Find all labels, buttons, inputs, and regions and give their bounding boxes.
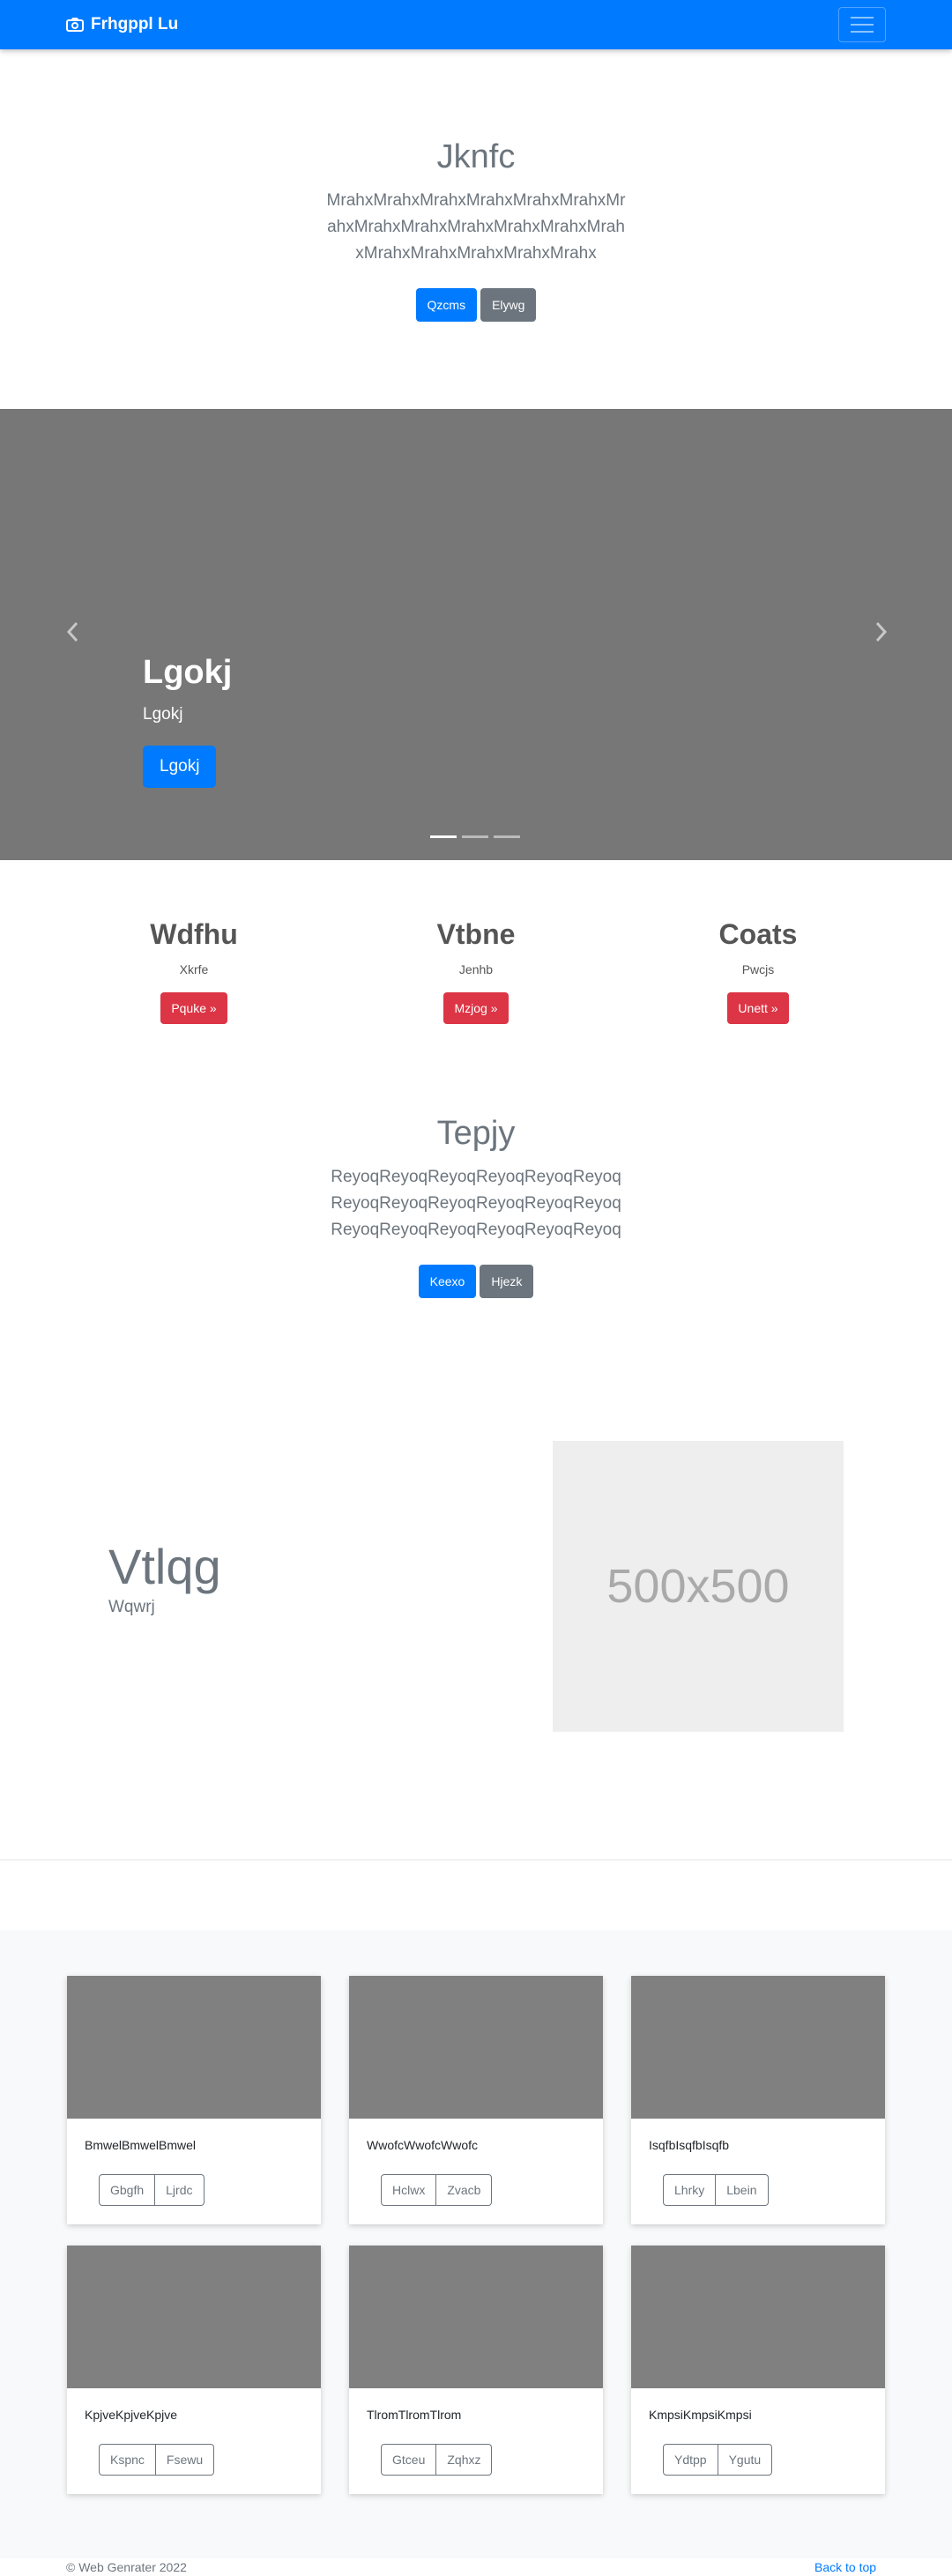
navbar-toggler-button[interactable] — [838, 7, 886, 42]
hamburger-icon — [851, 24, 874, 26]
card-button-edit[interactable]: Fsewu — [155, 2444, 215, 2476]
featurette-text: Vtlqg Wqwrj — [108, 1540, 221, 1617]
card-button-edit[interactable]: Zqhxz — [436, 2444, 493, 2476]
card-button-view[interactable]: Kspnc — [99, 2444, 156, 2476]
card-thumbnail — [349, 2246, 603, 2388]
feature-column: Wdfhu Xkrfe Pquke » — [97, 917, 291, 1024]
card-thumbnail — [631, 1976, 885, 2119]
feature-button[interactable]: Mzjog » — [443, 992, 509, 1024]
card-thumbnail — [67, 1976, 321, 2119]
card-text: KmpsiKmpsiKmpsi — [649, 2408, 752, 2422]
feature-text: Jenhb — [458, 962, 494, 976]
carousel-indicator-1[interactable] — [430, 835, 457, 838]
card-button-view[interactable]: Hclwx — [381, 2174, 437, 2206]
hero-lead: MrahxMrahxMrahxMrahxMrahxMrahxMrahxMrahx… — [326, 191, 626, 263]
album-card: WwofcWwofcWwofc Hclwx Zvacb — [349, 1976, 603, 2224]
feature-column: Coats Pwcjs Unett » — [661, 917, 855, 1024]
carousel: Lgokj Lgokj Lgokj — [0, 409, 952, 860]
hero-buttons: Qzcms Elywg — [0, 288, 952, 322]
feature-text: Pwcjs — [741, 962, 775, 976]
album-card: TlromTlromTlrom Gtceu Zqhxz — [349, 2246, 603, 2494]
carousel-caption: Lgokj Lgokj Lgokj — [143, 652, 232, 788]
featurette-image-label: 500x500 — [606, 1560, 790, 1613]
carousel-indicators — [430, 835, 520, 838]
hero-primary-button[interactable]: Qzcms — [415, 288, 478, 322]
hamburger-icon — [851, 31, 874, 33]
camera-icon — [66, 18, 84, 32]
album: BmwelBmwelBmwel Gbgfh Ljrdc WwofcWwofcWw… — [0, 1930, 952, 2558]
featurette-image: 500x500 — [553, 1441, 844, 1732]
card-thumbnail — [67, 2246, 321, 2388]
card-button-group: Ydtpp Ygutu — [663, 2444, 773, 2476]
card-button-edit[interactable]: Ygutu — [718, 2444, 773, 2476]
section2-title: Tepjy — [436, 1115, 516, 1152]
card-text: BmwelBmwelBmwel — [85, 2138, 197, 2152]
section2-primary-button[interactable]: Keexo — [418, 1265, 477, 1298]
card-button-view[interactable]: Lhrky — [663, 2174, 717, 2206]
album-card: IsqfbIsqfbIsqfb Lhrky Lbein — [631, 1976, 885, 2224]
hero-title: Jknfc — [436, 138, 516, 175]
carousel-next-icon[interactable] — [873, 619, 890, 645]
card-button-view[interactable]: Gtceu — [381, 2444, 437, 2476]
section2-buttons: Keexo Hjezk — [0, 1265, 952, 1298]
card-button-group: Lhrky Lbein — [663, 2174, 769, 2206]
carousel-indicator-3[interactable] — [494, 835, 520, 838]
features-row: Wdfhu Xkrfe Pquke » Vtbne Jenhb Mzjog » … — [0, 917, 952, 1031]
card-button-view[interactable]: Ydtpp — [663, 2444, 718, 2476]
carousel-button[interactable]: Lgokj — [143, 746, 217, 788]
card-button-view[interactable]: Gbgfh — [99, 2174, 156, 2206]
brand-name: Frhgppl Lu — [91, 15, 179, 33]
carousel-prev-icon[interactable] — [63, 619, 81, 645]
card-text: KpjveKpjveKpjve — [85, 2408, 178, 2422]
section2-lead: ReyoqReyoqReyoqReyoqReyoqReyoqReyoqReyoq… — [331, 1168, 621, 1239]
album-card: KmpsiKmpsiKmpsi Ydtpp Ygutu — [631, 2246, 885, 2494]
card-thumbnail — [349, 1976, 603, 2119]
card-text: TlromTlromTlrom — [367, 2408, 462, 2422]
card-text: WwofcWwofcWwofc — [367, 2138, 478, 2152]
card-button-group: Hclwx Zvacb — [381, 2174, 493, 2206]
feature-title: Wdfhu — [150, 918, 238, 950]
hamburger-icon — [851, 17, 874, 19]
featurette-subtext: Wqwrj — [108, 1598, 155, 1616]
footer: © Web Genrater 2022 Back to top — [0, 2558, 952, 2576]
card-button-group: Gbgfh Ljrdc — [99, 2174, 205, 2206]
footer-copyright: © Web Genrater 2022 — [66, 2560, 187, 2574]
feature-button[interactable]: Pquke » — [160, 992, 227, 1024]
carousel-title: Lgokj — [143, 654, 233, 691]
album-card: BmwelBmwelBmwel Gbgfh Ljrdc — [67, 1976, 321, 2224]
card-button-group: Gtceu Zqhxz — [381, 2444, 493, 2476]
brand-link[interactable]: Frhgppl Lu — [66, 14, 178, 35]
card-text: IsqfbIsqfbIsqfb — [649, 2138, 730, 2152]
card-button-group: Kspnc Fsewu — [99, 2444, 215, 2476]
feature-button[interactable]: Unett » — [727, 992, 789, 1024]
feature-column: Vtbne Jenhb Mzjog » — [379, 917, 573, 1024]
back-to-top-link[interactable]: Back to top — [814, 2560, 876, 2574]
featurette: Vtlqg Wqwrj 500x500 — [0, 1441, 952, 1732]
carousel-text: Lgokj — [143, 705, 183, 724]
feature-title: Coats — [718, 918, 798, 950]
section2: Tepjy ReyoqReyoqReyoqReyoqReyoqReyoqReyo… — [0, 1113, 952, 1298]
card-button-edit[interactable]: Ljrdc — [155, 2174, 205, 2206]
section2-secondary-button[interactable]: Hjezk — [480, 1265, 534, 1298]
card-thumbnail — [631, 2246, 885, 2388]
navbar: Frhgppl Lu — [0, 0, 952, 49]
card-button-edit[interactable]: Lbein — [716, 2174, 769, 2206]
feature-text: Xkrfe — [179, 962, 209, 976]
carousel-indicator-2[interactable] — [462, 835, 488, 838]
feature-title: Vtbne — [436, 918, 516, 950]
hero-section: Jknfc MrahxMrahxMrahxMrahxMrahxMrahxMrah… — [0, 137, 952, 322]
featurette-heading: Vtlqg — [108, 1539, 221, 1594]
card-button-edit[interactable]: Zvacb — [436, 2174, 493, 2206]
hero-secondary-button[interactable]: Elywg — [480, 288, 537, 322]
album-card: KpjveKpjveKpjve Kspnc Fsewu — [67, 2246, 321, 2494]
